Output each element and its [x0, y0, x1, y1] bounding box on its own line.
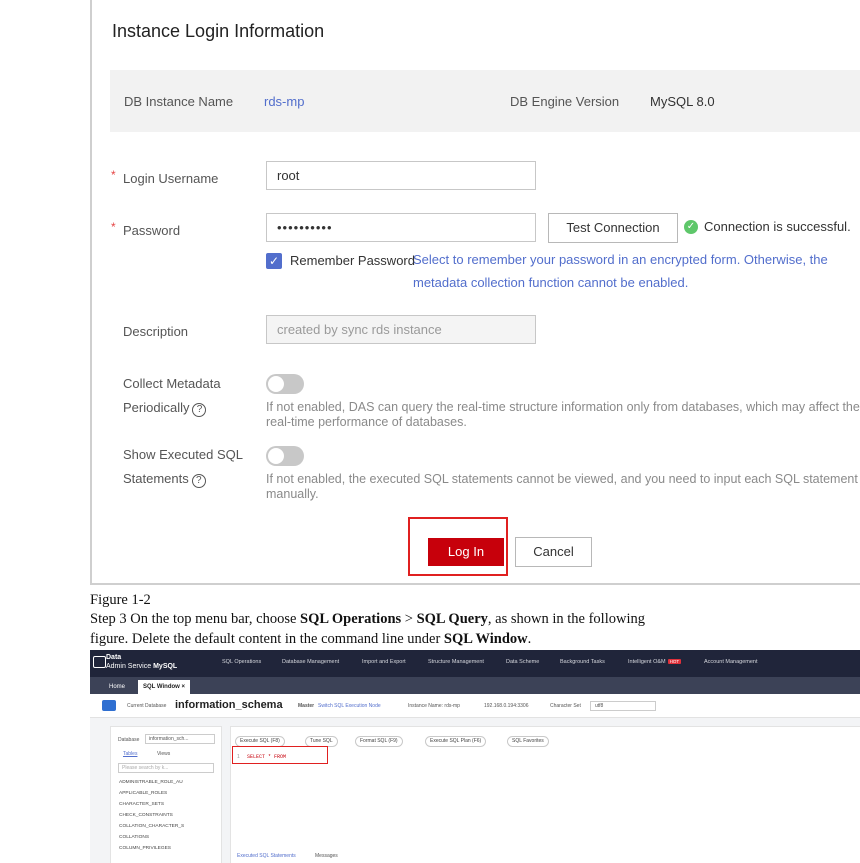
das-sql-window-screenshot: Data Admin Service MySQL SQL Operations … — [90, 650, 860, 863]
step-text-line2: figure. Delete the default content in th… — [90, 631, 532, 647]
db-engine-version-label: DB Engine Version — [510, 94, 620, 109]
execute-sql-plan-button[interactable]: Execute SQL Plan (F6) — [425, 736, 487, 747]
instance-address: 192.168.0.194:3306 — [484, 703, 529, 709]
remember-note-line2: metadata collection function cannot be e… — [413, 275, 689, 290]
show-sql-note-line2: manually. — [266, 487, 319, 501]
test-connection-button[interactable]: Test Connection — [548, 213, 678, 243]
collect-metadata-toggle[interactable] — [266, 374, 304, 394]
menu-data-scheme[interactable]: Data Scheme — [506, 659, 539, 665]
tab-messages[interactable]: Messages — [315, 853, 338, 859]
description-input: created by sync rds instance — [266, 315, 536, 344]
db-engine-version-value: MySQL 8.0 — [650, 94, 715, 109]
table-search-input[interactable]: Please search by k... — [118, 763, 214, 773]
collect-metadata-label-line2: Periodically? — [123, 396, 207, 420]
menu-import-export[interactable]: Import and Export — [362, 659, 406, 665]
database-label: Database — [118, 737, 140, 743]
password-input[interactable]: •••••••••• — [266, 213, 536, 242]
close-icon[interactable]: × — [182, 684, 186, 690]
show-sql-label-line1: Show Executed SQL — [123, 447, 243, 462]
sql-favorites-button[interactable]: SQL Favorites — [507, 736, 549, 747]
menu-account-management[interactable]: Account Management — [704, 659, 758, 665]
database-select[interactable]: information_sch... — [145, 734, 215, 744]
instance-name: Instance Name: rds-mp — [408, 703, 460, 709]
object-browser-panel: Database information_sch... Tables Views… — [110, 726, 222, 863]
das-logo-icon — [93, 656, 106, 668]
figure-caption: Figure 1-2 — [90, 592, 151, 608]
tab-tables[interactable]: Tables — [123, 751, 137, 757]
current-database-label: Current Database — [127, 703, 167, 709]
collect-metadata-note-line1: If not enabled, DAS can query the real-t… — [266, 400, 860, 414]
format-sql-button[interactable]: Format SQL (F9) — [355, 736, 403, 747]
switch-node-link[interactable]: Switch SQL Execution Node — [318, 703, 381, 709]
sql-highlight-box — [232, 746, 328, 764]
top-menu-bar: Data Admin Service MySQL SQL Operations … — [90, 650, 860, 677]
connection-status: Connection is successful. — [704, 219, 851, 234]
menu-database-management[interactable]: Database Management — [282, 659, 339, 665]
database-icon — [102, 700, 116, 711]
cancel-button[interactable]: Cancel — [515, 537, 592, 567]
menu-structure-management[interactable]: Structure Management — [428, 659, 484, 665]
table-item[interactable]: ADMINISTRABLE_ROLE_AU — [119, 780, 183, 785]
check-circle-icon: ✓ — [684, 220, 698, 234]
instance-login-dialog: Instance Login Information DB Instance N… — [90, 0, 860, 585]
required-mark: * — [111, 220, 116, 234]
collect-metadata-note-line2: real-time performance of databases. — [266, 415, 467, 429]
login-username-input[interactable]: root — [266, 161, 536, 190]
remember-password-checkbox[interactable]: ✓ — [266, 253, 282, 269]
collect-metadata-label-line1: Collect Metadata — [123, 376, 221, 391]
menu-intelligent-om[interactable]: Intelligent O&M HOT — [628, 659, 682, 665]
charset-label: Character Set — [550, 703, 581, 709]
tab-home[interactable]: Home — [104, 680, 130, 694]
password-label: Password — [123, 223, 181, 238]
help-icon[interactable]: ? — [191, 474, 206, 488]
remember-password-label: Remember Password — [290, 253, 415, 268]
tab-executed-sql[interactable]: Executed SQL Statements — [237, 853, 296, 859]
show-sql-toggle[interactable] — [266, 446, 304, 466]
show-sql-label-line2: Statements? — [123, 467, 206, 491]
description-label: Description — [123, 324, 189, 339]
current-database-name[interactable]: information_schema — [175, 699, 283, 711]
db-instance-name-label: DB Instance Name — [124, 94, 234, 109]
master-label: Master — [298, 703, 315, 709]
step-text-line1: Step 3 On the top menu bar, choose SQL O… — [90, 611, 645, 627]
table-item[interactable]: APPLICABLE_ROLES — [119, 791, 167, 796]
login-button[interactable]: Log In — [428, 538, 504, 566]
charset-select[interactable]: utf8 — [590, 701, 656, 711]
tab-sql-window[interactable]: SQL Window × — [138, 680, 191, 694]
brand: Data Admin Service MySQL — [106, 654, 178, 670]
required-mark: * — [111, 168, 116, 182]
hot-badge: HOT — [667, 659, 682, 664]
tab-views[interactable]: Views — [157, 751, 170, 757]
login-username-label: Login Username — [123, 171, 219, 186]
menu-sql-operations[interactable]: SQL Operations — [222, 659, 261, 665]
table-item[interactable]: COLLATION_CHARACTER_S — [119, 824, 184, 829]
dialog-title: Instance Login Information — [112, 21, 325, 41]
help-icon[interactable]: ? — [192, 403, 207, 417]
tab-bar: Home SQL Window × — [90, 677, 860, 694]
instance-info-box: DB Instance Name rds-mp DB Engine Versio… — [110, 70, 860, 132]
database-bar: Current Database information_schema Mast… — [90, 694, 860, 718]
db-instance-name-link[interactable]: rds-mp — [264, 94, 304, 109]
table-item[interactable]: COLLATIONS — [119, 835, 149, 840]
remember-note-line1: Select to remember your password in an e… — [413, 252, 828, 267]
table-item[interactable]: CHARACTER_SETS — [119, 802, 164, 807]
menu-background-tasks[interactable]: Background Tasks — [560, 659, 605, 665]
table-item[interactable]: COLUMN_PRIVILEGES — [119, 846, 171, 851]
table-item[interactable]: CHECK_CONSTRAINTS — [119, 813, 173, 818]
show-sql-note-line1: If not enabled, the executed SQL stateme… — [266, 472, 858, 486]
